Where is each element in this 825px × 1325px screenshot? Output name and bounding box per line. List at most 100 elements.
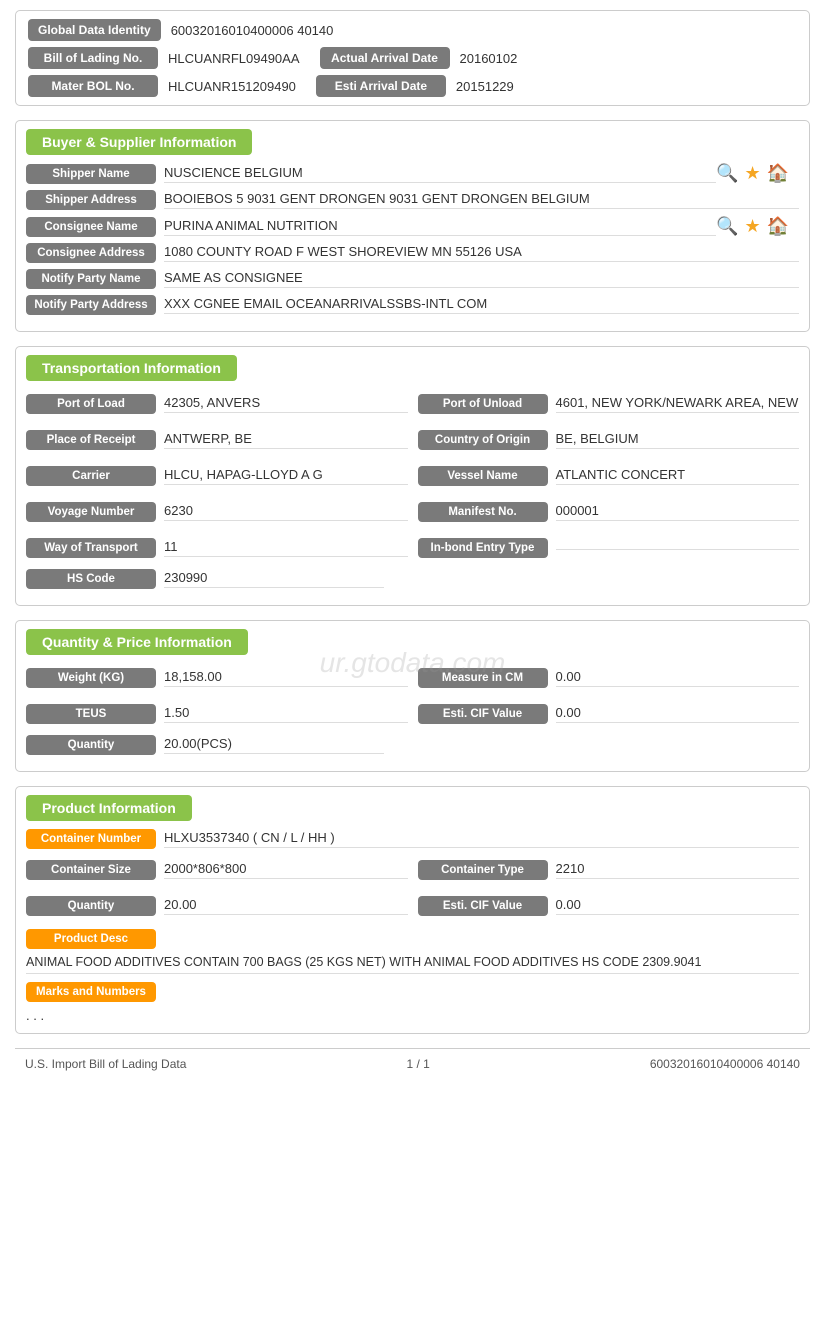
product-details-grid: Container Size 2000*806*800 Container Ty… [16, 855, 809, 921]
country-of-origin-row: Country of Origin BE, BELGIUM [418, 425, 800, 455]
weight-kg-label: Weight (KG) [26, 668, 156, 688]
carrier-label: Carrier [26, 466, 156, 486]
consignee-address-value: 1080 COUNTY ROAD F WEST SHOREVIEW MN 551… [164, 244, 799, 262]
global-data-identity-row: Global Data Identity 60032016010400006 4… [28, 19, 797, 41]
notify-party-name-value: SAME AS CONSIGNEE [164, 270, 799, 288]
place-of-receipt-row: Place of Receipt ANTWERP, BE [26, 425, 408, 455]
container-type-label: Container Type [418, 860, 548, 880]
actual-arrival-date-value: 20160102 [460, 51, 518, 66]
footer-right: 60032016010400006 40140 [650, 1057, 800, 1071]
bill-of-lading-row: Bill of Lading No. HLCUANRFL09490AA Actu… [28, 47, 797, 69]
country-of-origin-label: Country of Origin [418, 430, 548, 450]
product-information-section: Product Information Container Number HLX… [15, 786, 810, 1034]
voyage-number-value: 6230 [164, 503, 408, 521]
bill-of-lading-label: Bill of Lading No. [28, 47, 158, 69]
way-of-transport-label: Way of Transport [26, 538, 156, 558]
notify-party-address-label: Notify Party Address [26, 295, 156, 315]
marks-and-numbers-label-row: Marks and Numbers [16, 982, 809, 1002]
in-bond-entry-type-label: In-bond Entry Type [418, 538, 548, 558]
consignee-home-icon[interactable]: 🏠 [767, 216, 789, 237]
voyage-number-row: Voyage Number 6230 [26, 497, 408, 527]
product-information-header: Product Information [26, 795, 192, 821]
product-desc-label-row: Product Desc [16, 929, 809, 949]
home-icon[interactable]: 🏠 [767, 163, 789, 184]
global-data-identity-label: Global Data Identity [28, 19, 161, 41]
container-size-row: Container Size 2000*806*800 [26, 855, 408, 885]
hs-code-value: 230990 [164, 570, 384, 588]
shipper-name-value: NUSCIENCE BELGIUM [164, 165, 716, 183]
notify-party-name-label: Notify Party Name [26, 269, 156, 289]
quantity-price-section: Quantity & Price Information Weight (KG)… [15, 620, 810, 772]
quantity-row-pi: Quantity 20.00 [26, 891, 408, 921]
quantity-price-header: Quantity & Price Information [26, 629, 248, 655]
buyer-supplier-header: Buyer & Supplier Information [26, 129, 252, 155]
measure-in-cm-label: Measure in CM [418, 668, 548, 688]
teus-label: TEUS [26, 704, 156, 724]
marks-block: . . . [26, 1008, 799, 1023]
esti-cif-value-row-pi: Esti. CIF Value 0.00 [418, 891, 800, 921]
manifest-no-value: 000001 [556, 503, 800, 521]
esti-cif-value-pi: 0.00 [556, 897, 800, 915]
quantity-label-pi: Quantity [26, 896, 156, 916]
notify-party-address-value: XXX CGNEE EMAIL OCEANARRIVALSSBS-INTL CO… [164, 296, 799, 314]
quantity-value-qp: 20.00(PCS) [164, 736, 384, 754]
marks-and-numbers-label: Marks and Numbers [26, 982, 156, 1002]
shipper-address-row: Shipper Address BOOIEBOS 5 9031 GENT DRO… [16, 190, 809, 210]
consignee-search-icon[interactable]: 🔍 [716, 216, 738, 237]
weight-kg-value: 18,158.00 [164, 669, 408, 687]
port-of-unload-label: Port of Unload [418, 394, 548, 414]
country-of-origin-value: BE, BELGIUM [556, 431, 800, 449]
manifest-no-label: Manifest No. [418, 502, 548, 522]
shipper-name-row: Shipper Name NUSCIENCE BELGIUM 🔍 ★ 🏠 [16, 163, 809, 184]
container-number-label: Container Number [26, 829, 156, 849]
place-of-receipt-label: Place of Receipt [26, 430, 156, 450]
esti-arrival-date-label: Esti Arrival Date [316, 75, 446, 97]
in-bond-entry-type-row: In-bond Entry Type [418, 533, 800, 563]
port-of-load-label: Port of Load [26, 394, 156, 414]
notify-party-name-row: Notify Party Name SAME AS CONSIGNEE [16, 269, 809, 289]
in-bond-entry-type-value [556, 547, 800, 550]
quantity-value-pi: 20.00 [164, 897, 408, 915]
consignee-address-row: Consignee Address 1080 COUNTY ROAD F WES… [16, 243, 809, 263]
bill-of-lading-value: HLCUANRFL09490AA [168, 51, 300, 66]
consignee-star-icon[interactable]: ★ [744, 216, 760, 237]
container-type-value: 2210 [556, 861, 800, 879]
identity-section: Global Data Identity 60032016010400006 4… [15, 10, 810, 106]
buyer-supplier-section: Buyer & Supplier Information Shipper Nam… [15, 120, 810, 332]
esti-cif-value-1: 0.00 [556, 705, 800, 723]
port-of-unload-value: 4601, NEW YORK/NEWARK AREA, NEW [556, 395, 800, 413]
mater-bol-row: Mater BOL No. HLCUANR151209490 Esti Arri… [28, 75, 797, 97]
measure-in-cm-row: Measure in CM 0.00 [418, 663, 800, 693]
search-icon[interactable]: 🔍 [716, 163, 738, 184]
actual-arrival-date-label: Actual Arrival Date [320, 47, 450, 69]
vessel-name-row: Vessel Name ATLANTIC CONCERT [418, 461, 800, 491]
quantity-label-qp: Quantity [26, 735, 156, 755]
way-of-transport-row: Way of Transport 11 [26, 533, 408, 563]
shipper-address-value: BOOIEBOS 5 9031 GENT DRONGEN 9031 GENT D… [164, 191, 799, 209]
teus-value: 1.50 [164, 705, 408, 723]
consignee-name-label: Consignee Name [26, 217, 156, 237]
weight-kg-row: Weight (KG) 18,158.00 [26, 663, 408, 693]
product-desc-block: ANIMAL FOOD ADDITIVES CONTAIN 700 BAGS (… [26, 955, 799, 974]
star-icon[interactable]: ★ [744, 163, 760, 184]
manifest-no-row: Manifest No. 000001 [418, 497, 800, 527]
quantity-price-grid: Weight (KG) 18,158.00 Measure in CM 0.00… [16, 663, 809, 729]
shipper-name-label: Shipper Name [26, 164, 156, 184]
port-of-load-row: Port of Load 42305, ANVERS [26, 389, 408, 419]
esti-cif-value-row: Esti. CIF Value 0.00 [418, 699, 800, 729]
footer-center: 1 / 1 [406, 1057, 429, 1071]
container-size-label: Container Size [26, 860, 156, 880]
hs-code-label: HS Code [26, 569, 156, 589]
consignee-name-value: PURINA ANIMAL NUTRITION [164, 218, 716, 236]
container-number-value: HLXU3537340 ( CN / L / HH ) [164, 830, 799, 848]
container-size-value: 2000*806*800 [164, 861, 408, 879]
mater-bol-value: HLCUANR151209490 [168, 79, 296, 94]
carrier-value: HLCU, HAPAG-LLOYD A G [164, 467, 408, 485]
shipper-address-label: Shipper Address [26, 190, 156, 210]
place-of-receipt-value: ANTWERP, BE [164, 431, 408, 449]
product-desc-value: ANIMAL FOOD ADDITIVES CONTAIN 700 BAGS (… [26, 955, 701, 969]
marks-and-numbers-value: . . . [26, 1008, 44, 1023]
page-footer: U.S. Import Bill of Lading Data 1 / 1 60… [15, 1048, 810, 1075]
consignee-address-label: Consignee Address [26, 243, 156, 263]
esti-arrival-date-value: 20151229 [456, 79, 514, 94]
